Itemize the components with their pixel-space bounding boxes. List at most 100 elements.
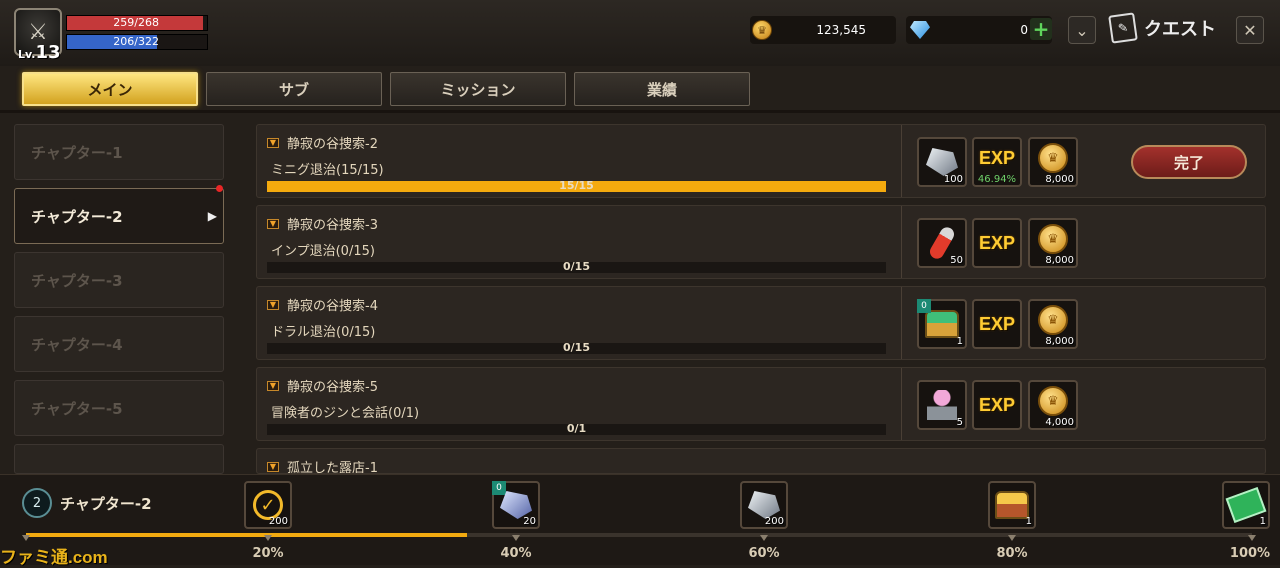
milestone-reward-20[interactable]: ✓ 200	[244, 481, 292, 529]
reward-ore[interactable]: 100	[917, 137, 967, 187]
reward-count: 1	[1025, 516, 1032, 527]
chapter-label: チャプター-2	[31, 207, 123, 226]
collapse-triangle-icon[interactable]: ▼	[267, 137, 279, 148]
reward-exp[interactable]: EXP	[972, 380, 1022, 430]
add-gems-button[interactable]: +	[1030, 17, 1052, 41]
milestone-tick	[264, 535, 272, 541]
chapter-progress-track	[26, 533, 1252, 537]
gold-coin-icon: ♛	[1038, 386, 1068, 416]
sidebar-item-chapter-1[interactable]: チャプター-1	[14, 124, 224, 180]
progress-text: 15/15	[559, 179, 594, 192]
close-button[interactable]: ✕	[1236, 16, 1264, 44]
dropdown-button[interactable]: ⌄	[1068, 16, 1096, 44]
chapter-label: チャプター-5	[31, 399, 123, 418]
milestone-reward-40[interactable]: 0 20	[492, 481, 540, 529]
chapter-progress-label: チャプター-2	[60, 495, 152, 513]
milestone-reward-100[interactable]: 1	[1222, 481, 1270, 529]
collapse-triangle-icon[interactable]: ▼	[267, 461, 279, 472]
sidebar-item-chapter-2[interactable]: チャプター-2 ▶	[14, 185, 224, 244]
sidebar-item-chapter-4[interactable]: チャプター-4	[14, 316, 224, 372]
milestone-label: 80%	[996, 546, 1028, 561]
reward-anvil[interactable]: 5	[917, 380, 967, 430]
mp-bar: 206/322	[66, 34, 208, 50]
reward-gold[interactable]: ♛ 8,000	[1028, 299, 1078, 349]
quest-progress-bar: 15/15	[267, 179, 886, 192]
quest-row[interactable]: ▼ 静寂の谷捜索-5 冒険者のジンと会話(0/1) 0/1 5 EXP ♛ 4,00…	[256, 367, 1266, 441]
quest-name: 静寂の谷捜索-5	[287, 380, 378, 395]
reward-gold[interactable]: ♛ 8,000	[1028, 218, 1078, 268]
quest-name: 静寂の谷捜索-2	[287, 137, 378, 152]
collapse-triangle-icon[interactable]: ▼	[267, 380, 279, 391]
progress-text: 0/1	[566, 422, 587, 435]
milestone-reward-60[interactable]: 200	[740, 481, 788, 529]
reward-count: 200	[268, 516, 288, 527]
quest-goal: ドラル退治(0/15)	[271, 325, 376, 340]
quest-row[interactable]: ▼ 静寂の谷捜索-4 ドラル退治(0/15) 0/15 01 EXP ♛ 8,000	[256, 286, 1266, 360]
reward-potion[interactable]: 50	[917, 218, 967, 268]
reward-count: 50	[950, 255, 963, 266]
reward-exp[interactable]: EXP	[972, 299, 1022, 349]
tab-mission[interactable]: ミッション	[390, 72, 566, 106]
reward-count: 4,000	[1045, 417, 1074, 428]
quest-row[interactable]: ▼ 静寂の谷捜索-2 ミニグ退治(15/15) 15/15 100 EXP 46.9…	[256, 124, 1266, 198]
chest-icon	[925, 310, 959, 338]
notification-dot	[216, 185, 223, 192]
tab-sub[interactable]: サブ	[206, 72, 382, 106]
quest-goal: インプ退治(0/15)	[271, 244, 375, 259]
badge: 0	[492, 481, 506, 495]
gold-chest-icon	[995, 491, 1029, 519]
reward-exp[interactable]: EXP	[972, 218, 1022, 268]
milestone-reward-80[interactable]: 1	[988, 481, 1036, 529]
close-icon: ✕	[1243, 20, 1257, 40]
reward-gold[interactable]: ♛ 8,000	[1028, 137, 1078, 187]
ore-icon	[926, 148, 958, 176]
mp-text: 206/322	[113, 35, 159, 48]
quest-goal: 冒険者のジンと会話(0/1)	[271, 406, 420, 421]
reward-count: 5	[956, 417, 963, 428]
chapter-number-badge: 2	[22, 488, 52, 518]
reward-gold[interactable]: ♛ 4,000	[1028, 380, 1078, 430]
milestone-tick	[512, 535, 520, 541]
exp-icon: EXP	[978, 394, 1016, 415]
chevron-down-icon: ⌄	[1075, 20, 1089, 40]
reward-count: 8,000	[1045, 255, 1074, 266]
exp-icon: EXP	[978, 313, 1016, 334]
quest-row[interactable]: ▼ 静寂の谷捜索-3 インプ退治(0/15) 0/15 50 EXP ♛ 8,000	[256, 205, 1266, 279]
diamond-icon	[910, 21, 930, 39]
reward-exp[interactable]: EXP 46.94%	[972, 137, 1022, 187]
quest-goal: ミニグ退治(15/15)	[271, 163, 384, 178]
exp-icon: EXP	[978, 147, 1016, 168]
progress-text: 0/15	[563, 341, 590, 354]
gold-coin-icon: ♛	[1038, 143, 1068, 173]
reward-count: 1	[956, 336, 963, 347]
divider	[0, 110, 1280, 113]
quest-name: 孤立した露店-1	[287, 461, 378, 474]
quest-name: 静寂の谷捜索-4	[287, 299, 378, 314]
play-arrow-icon: ▶	[207, 209, 217, 223]
reward-count: 200	[764, 516, 784, 527]
gold-coin-icon: ♛	[1038, 224, 1068, 254]
top-bar: ⚔ Lv.13 259/268 206/322 ♛ 123,545 0 + ⌄ …	[0, 0, 1280, 66]
sidebar-item-chapter-5[interactable]: チャプター-5	[14, 380, 224, 436]
collapse-triangle-icon[interactable]: ▼	[267, 218, 279, 229]
collapse-triangle-icon[interactable]: ▼	[267, 299, 279, 310]
anvil-icon	[927, 390, 957, 420]
tab-achievements[interactable]: 業績	[574, 72, 750, 106]
reward-count: 1	[1259, 516, 1266, 527]
milestone-tick	[1248, 535, 1256, 541]
chapter-progress-panel: 2 チャプター-2 ✓ 200 0 20 200 1 1 20% 40% 60% 8…	[0, 474, 1280, 565]
reward-count: 8,000	[1045, 174, 1074, 185]
quest-row[interactable]: ▼ 孤立した露店-1	[256, 448, 1266, 474]
quest-name: 静寂の谷捜索-3	[287, 218, 378, 233]
gold-coin-icon: ♛	[1038, 305, 1068, 335]
sidebar-item-chapter-3[interactable]: チャプター-3	[14, 252, 224, 308]
watermark-logo: ファミ通.com	[0, 548, 108, 567]
hp-text: 259/268	[113, 16, 159, 29]
complete-button[interactable]: 完了	[1131, 145, 1247, 179]
reward-chest[interactable]: 01	[917, 299, 967, 349]
tab-main[interactable]: メイン	[22, 72, 198, 106]
quest-title: ✎ クエスト	[1108, 12, 1216, 44]
milestone-tick	[1008, 535, 1016, 541]
milestone-label: 20%	[252, 546, 284, 561]
reward-count: 20	[523, 516, 536, 527]
